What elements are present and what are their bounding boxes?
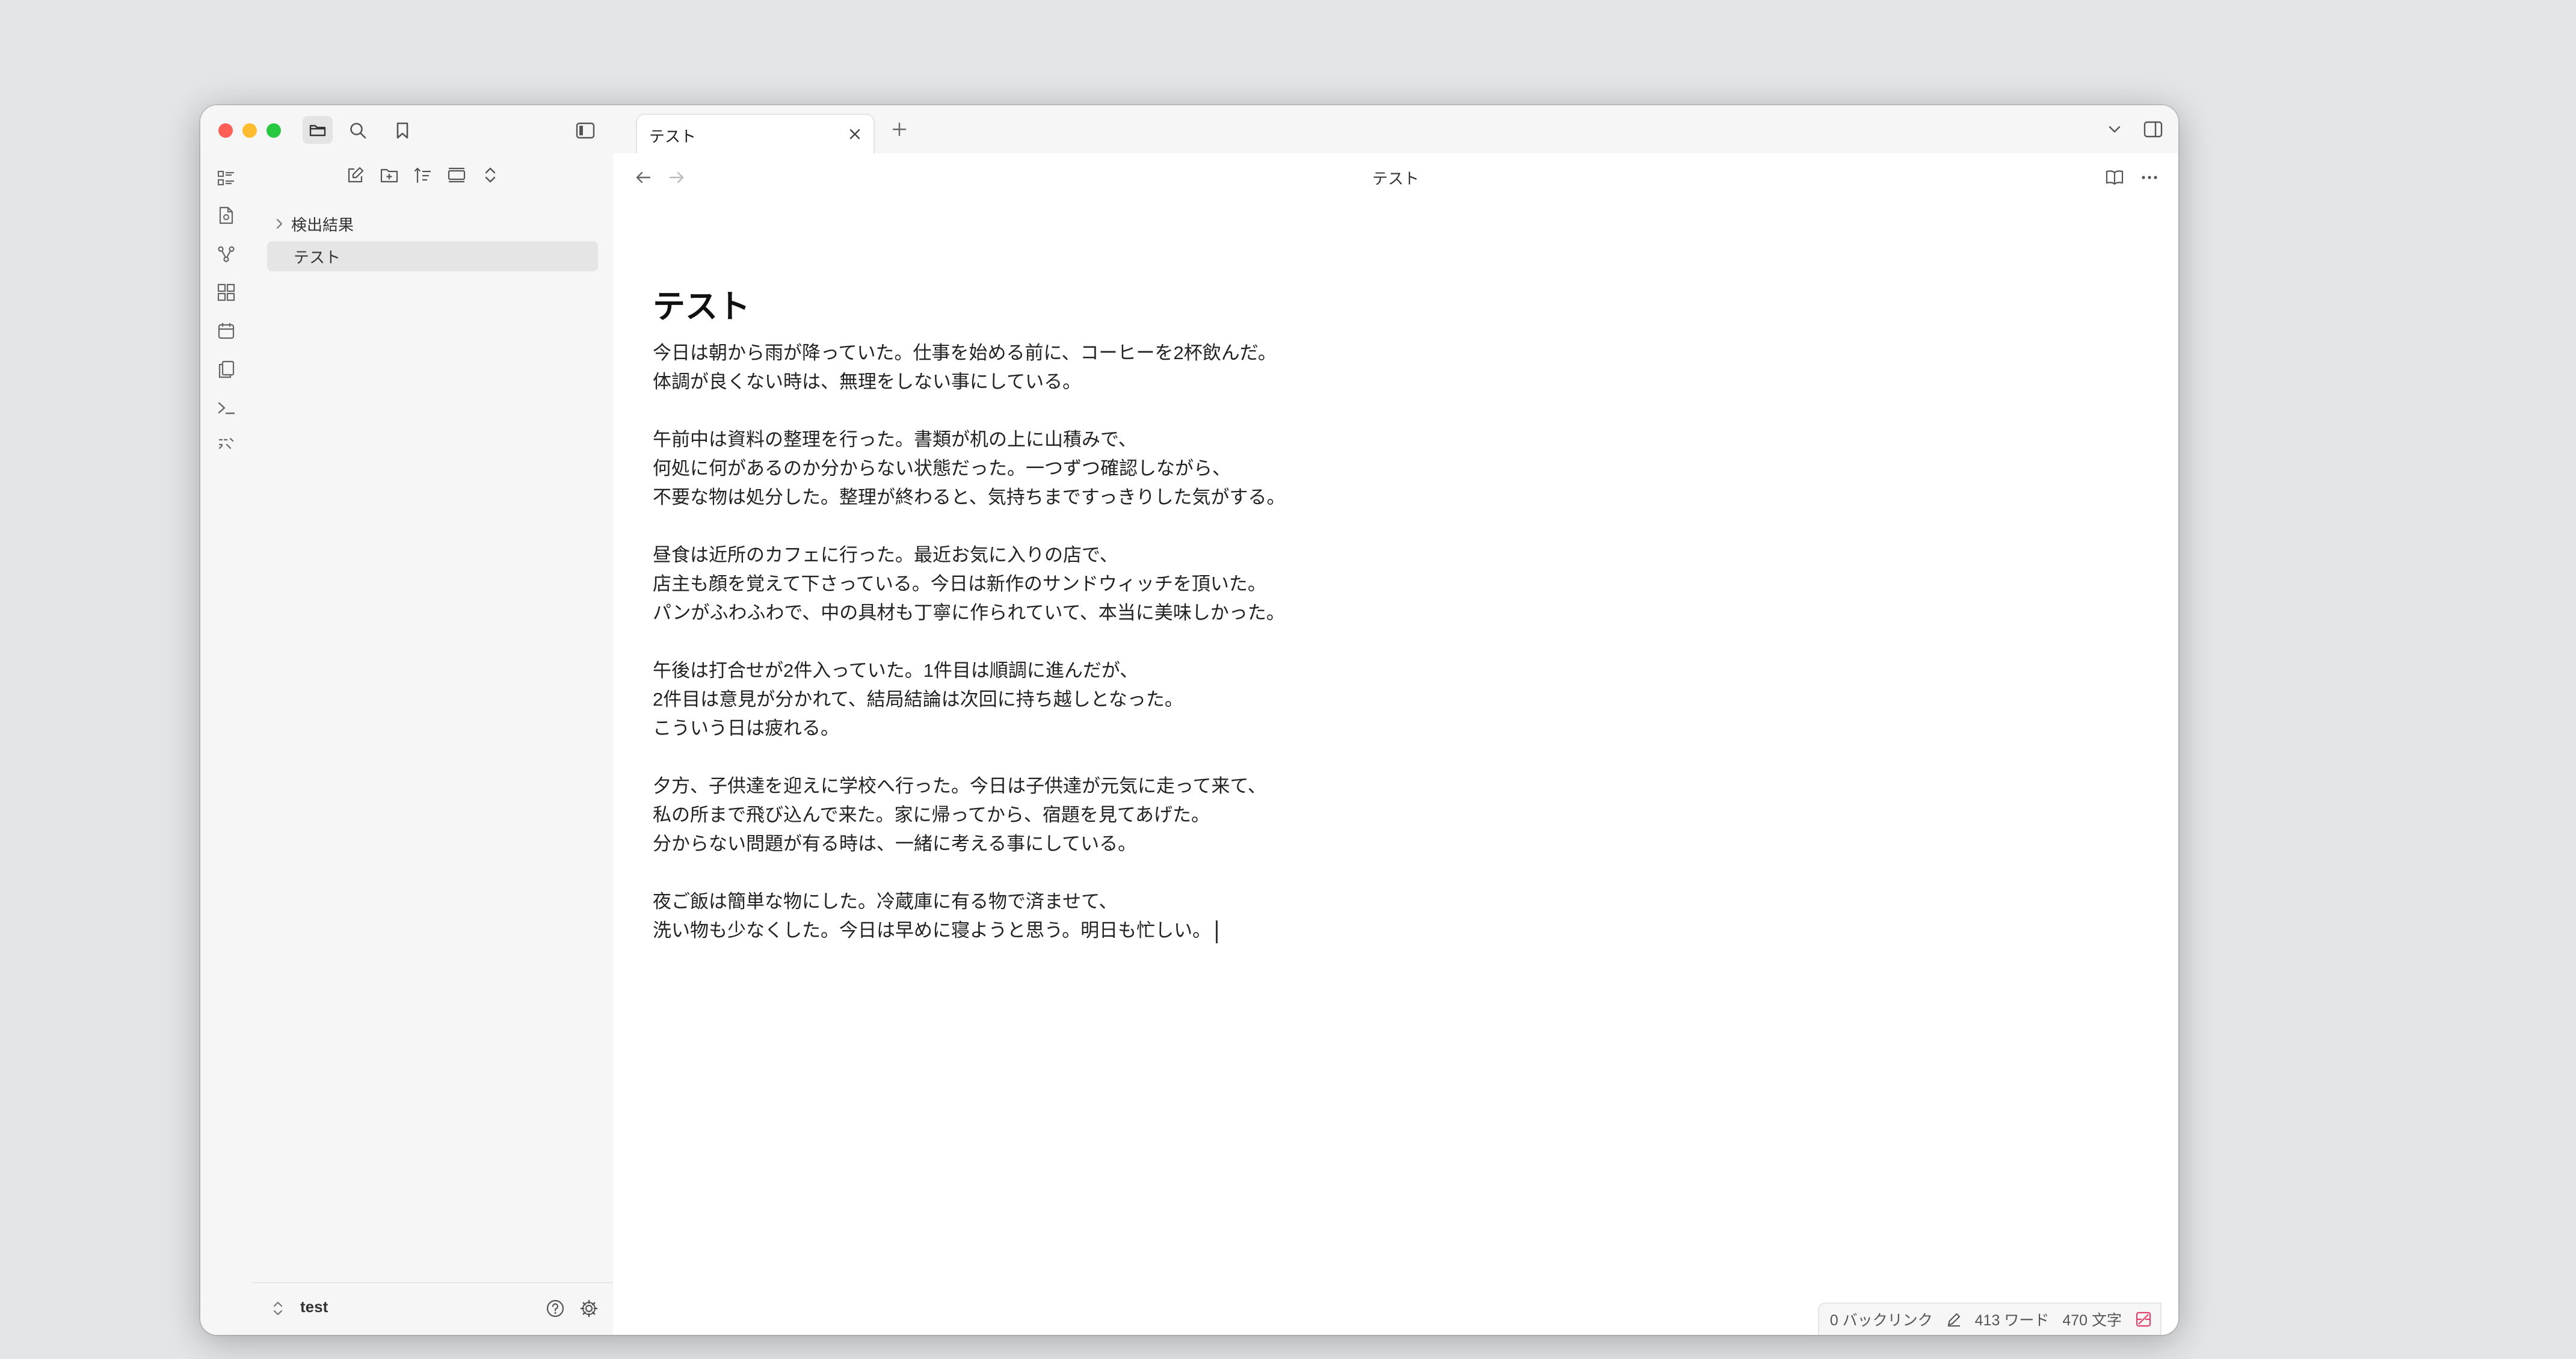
zoom-window-button[interactable] [267, 123, 281, 138]
sync-disabled-icon[interactable] [2135, 1311, 2152, 1328]
tab-label: テスト [649, 128, 697, 146]
note-heading[interactable]: テスト [653, 280, 750, 327]
new-note-icon[interactable] [344, 163, 368, 187]
new-folder-icon[interactable] [377, 163, 401, 187]
note-line: 午後は打合せが2件入っていた。1件目は順調に進んだが、 [653, 660, 1139, 681]
note-line-text: 洗い物も少なくした。今日は早めに寝ようと思う。明日も忙しい。 [653, 920, 1212, 941]
word-count: 413 ワード [1974, 1312, 2050, 1329]
help-icon[interactable] [543, 1296, 567, 1320]
chevron-down-icon[interactable] [2103, 117, 2127, 141]
editor-pane: テスト テスト 今日は朝から雨が降っていた。仕事を始める前に、コーヒーを2杯飲ん… [613, 153, 2178, 1335]
auto-reveal-icon[interactable] [445, 163, 469, 187]
calendar-icon[interactable] [212, 317, 240, 345]
note-line [653, 743, 1495, 772]
tree-item-label: 検出結果 [291, 215, 354, 234]
canvas-icon[interactable] [212, 279, 240, 306]
note-line: 店主も顔を覚えて下さっている。今日は新作のサンドウィッチを頂いた。 [653, 573, 1266, 594]
quick-switcher-icon[interactable] [212, 164, 240, 192]
search-icon[interactable] [345, 117, 371, 144]
view-title: テスト [1372, 170, 1419, 188]
note-line: 午前中は資料の整理を行った。書類が机の上に山積みで、 [653, 429, 1137, 450]
tree-file-item-active[interactable]: テスト [267, 241, 598, 271]
vault-name[interactable]: test [300, 1298, 328, 1316]
templates-icon[interactable] [212, 356, 240, 383]
tab-active[interactable]: テスト [636, 114, 875, 156]
note-line: 2件目は意見が分かれて、結局結論は次回に持ち越しとなった。 [653, 689, 1183, 710]
note-line [653, 396, 1495, 425]
note-line: 不要な物は処分した。整理が終わると、気持ちまですっきりした気がする。 [653, 487, 1286, 508]
collapse-all-icon[interactable] [478, 163, 502, 187]
folder-icon[interactable] [303, 116, 333, 144]
note-line [653, 627, 1495, 656]
status-bar: 0 バックリンク 413 ワード 470 文字 [1817, 1302, 2162, 1335]
close-window-button[interactable] [218, 123, 233, 138]
view-header: テスト [613, 153, 2178, 199]
text-cursor [1216, 920, 1218, 943]
ribbon [200, 153, 253, 1335]
note-line: 何処に何があるのか分からない状態だった。一つずつ確認しながら、 [653, 458, 1231, 479]
chevron-right-icon [267, 218, 291, 230]
note-body[interactable]: 今日は朝から雨が降っていた。仕事を始める前に、コーヒーを2杯飲んだ。 体調が良く… [653, 339, 1495, 945]
reading-view-icon[interactable] [2103, 165, 2127, 190]
edit-pencil-icon[interactable] [1946, 1311, 1962, 1327]
app-window: 検出結果 テスト test テスト テスト テスト 今日は朝から雨が降っていた。… [200, 105, 2178, 1335]
new-note-icon[interactable] [212, 202, 240, 229]
terminal-icon[interactable] [212, 394, 240, 422]
new-tab-icon[interactable] [887, 117, 911, 141]
vault-switcher-bar: test [252, 1282, 613, 1335]
sort-icon[interactable] [411, 163, 435, 187]
note-line: 体調が良くない時は、無理をしない事にしている。 [653, 371, 1082, 392]
graph-view-icon[interactable] [212, 240, 240, 268]
sidebar-toolbar [200, 105, 613, 153]
close-tab-icon[interactable] [844, 123, 866, 145]
tree-item-label: テスト [294, 248, 341, 267]
tree-folder-item[interactable]: 検出結果 [267, 209, 598, 239]
settings-gear-icon[interactable] [577, 1296, 601, 1320]
note-line: 昼食は近所のカフェに行った。最近お気に入りの店で、 [653, 544, 1118, 565]
sidebar-toggle-icon[interactable] [572, 117, 599, 144]
right-sidebar-toggle-icon[interactable] [2141, 117, 2165, 141]
bookmark-icon[interactable] [389, 117, 416, 144]
minimize-window-button[interactable] [242, 123, 257, 138]
note-line: 夜ご飯は簡単な物にした。冷蔵庫に有る物で済ませて、 [653, 891, 1118, 912]
note-line: 分からない問題が有る時は、一緒に考える事にしている。 [653, 833, 1137, 854]
note-line: こういう日は疲れる。 [653, 718, 839, 739]
note-line: 私の所まで飛び込んで来た。家に帰ってから、宿題を見てあげた。 [653, 804, 1210, 825]
char-count: 470 文字 [2062, 1312, 2122, 1329]
chevron-updown-icon[interactable] [269, 1298, 287, 1319]
more-options-icon[interactable] [2137, 165, 2162, 190]
note-line: パンがふわふわで、中の具材も丁寧に作られていて、本当に美味しかった。 [653, 602, 1285, 623]
note-line: 今日は朝から雨が降っていた。仕事を始める前に、コーヒーを2杯飲んだ。 [653, 342, 1277, 363]
command-palette-icon[interactable] [212, 430, 240, 458]
note-line-last: 洗い物も少なくした。今日は早めに寝ようと思う。明日も忙しい。 [653, 916, 1495, 945]
note-line [653, 512, 1495, 541]
tab-bar: テスト [613, 105, 2178, 156]
file-explorer: 検出結果 テスト test [252, 153, 614, 1335]
backlinks-count[interactable]: 0 バックリンク [1830, 1308, 1933, 1330]
note-line: 夕方、子供達を迎えに学校へ行った。今日は子供達が元気に走って来て、 [653, 775, 1266, 797]
note-line [653, 858, 1495, 887]
